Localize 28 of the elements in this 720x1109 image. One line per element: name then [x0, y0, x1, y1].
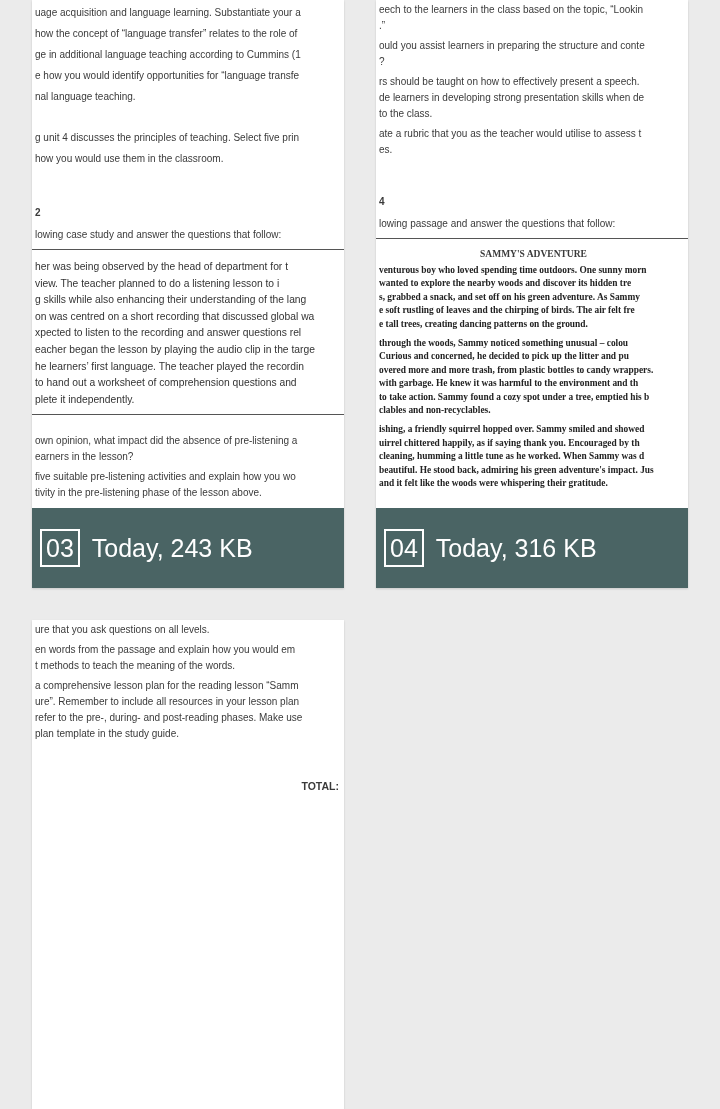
- document-thumbnail[interactable]: [32, 0, 344, 588]
- total-label: TOTAL:: [300, 779, 340, 794]
- page-number: 04: [384, 529, 424, 567]
- paragraph: g unit 4 discusses the principles of teaching. Select five prin how you would use them in the classroom.: [35, 131, 301, 166]
- paragraph: a comprehensive lesson plan for the reading lesson “Samm ure”. Remember to include all resources in your lesson plan refer to the pre-, during- and post-reading phases. Make use plan template in the study guide.: [35, 679, 304, 741]
- section-heading: 4: [379, 195, 386, 209]
- file-info: Today, 243 KB: [91, 533, 253, 563]
- page-number: 03: [40, 529, 80, 567]
- paragraph: five suitable pre-listening activities and explain how you wo tivity in the pre-listening phase of the lesson above.: [35, 470, 297, 501]
- document-thumbnail[interactable]: [32, 620, 344, 1109]
- paragraph: lowing case study and answer the questions that follow:: [35, 228, 283, 242]
- passage-paragraph: through the woods, Sammy noticed something unusual – colou Curious and concerned, he decided to pick up the litter and pu overed more and more trash, from plastic bottles to candy wrappers. with garbage. He knew it was harmful to the environment and th to take action. Sammy found a cozy spot under a tree, emptied his b clables and non-recyclables.: [379, 337, 655, 418]
- paragraph: ure that you ask questions on all levels.: [35, 623, 211, 637]
- paragraph: en words from the passage and explain how you would em t methods to teach the meaning of the words.: [35, 643, 297, 673]
- passage-paragraph: venturous boy who loved spending time outdoors. One sunny morn wanted to explore the nearby woods and discover its hidden tre s, grabbed a snack, and set off on his green adventure. As Sammy e soft rustling of leaves and the chirping of birds. The air felt fre e tall trees, creating dancing patterns on the ground.: [379, 264, 648, 331]
- passage-paragraph: ishing, a friendly squirrel hopped over. Sammy smiled and showed uirrel chittered happily, as if saying thank you. Encouraged by th cleaning, humming a little tune as he worked. When Sammy was d beautiful. He stood back, admiring his green adventure's impact. Jus and it felt like the woods were whispering their gratitude.: [379, 423, 655, 491]
- paragraph: own opinion, what impact did the absence of pre-listening a earners in the lesson?: [35, 434, 299, 465]
- paragraph: lowing passage and answer the questions that follow:: [379, 217, 617, 231]
- paragraph: rs should be taught on how to effectively present a speech. de learners in developing strong presentation skills when de to the class.: [379, 75, 646, 121]
- document-thumbnail[interactable]: [376, 0, 688, 588]
- paragraph: her was being observed by the head of department for t view. The teacher planned to do a listening lesson to i g skills while also enhancing their understanding of the lang on was centred on a short recording that discussed global wa xpected to listen to the recording and answer questions rel eacher began the lesson by playing the audio clip in the targe he learners’ first language. The teacher played the recordin to hand out a worksheet of comprehension questions and plete it independently.: [35, 260, 316, 407]
- section-heading: 2: [35, 206, 42, 220]
- paragraph: ate a rubric that you as the teacher would utilise to assess t es.: [379, 127, 643, 157]
- paragraph: uage acquisition and language learning. Substantiate your a how the concept of “language transfer” relates to the role of ge in additional language teaching according to Cummins (1 e how you would identify opportunities for “language transfe nal language teaching.: [35, 6, 302, 104]
- passage-title: SAMMY'S ADVENTURE: [479, 248, 588, 260]
- paragraph: ould you assist learners in preparing the structure and conte ?: [379, 39, 646, 69]
- paragraph: eech to the learners in the class based on the topic, “Lookin .”: [379, 3, 645, 33]
- file-info: Today, 316 KB: [435, 533, 597, 563]
